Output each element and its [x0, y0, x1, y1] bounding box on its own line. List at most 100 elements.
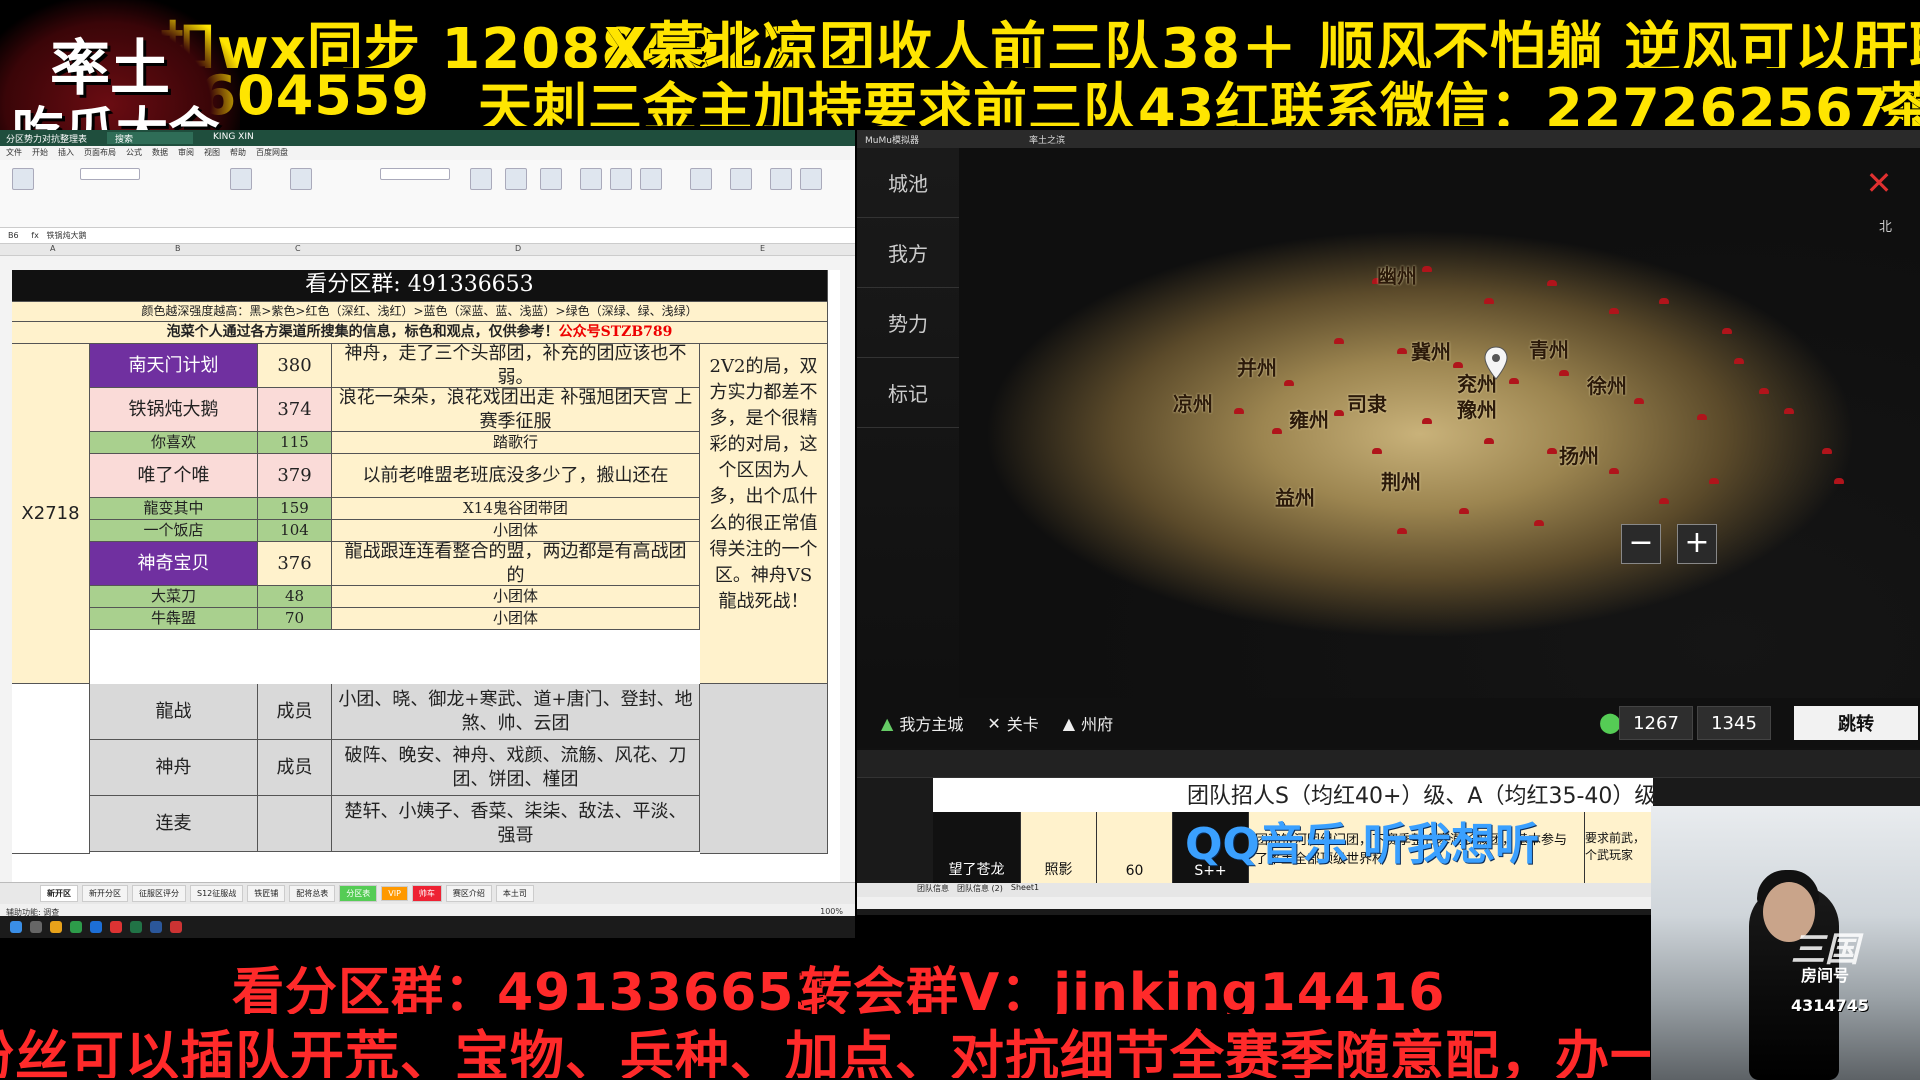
fort-marker-icon[interactable] [1759, 388, 1769, 394]
sheet-tab[interactable]: S12征服战 [190, 885, 244, 902]
inner-tab-1[interactable]: 团队信息 [917, 883, 949, 897]
menu-item[interactable]: 数据 [152, 147, 168, 159]
col-c[interactable]: C [295, 244, 301, 253]
empty-analysis-cell[interactable] [700, 684, 828, 854]
col-b[interactable]: B [175, 244, 181, 253]
formula-value[interactable]: 铁锅炖大鹅 [47, 231, 87, 240]
sheet-tab[interactable]: VIP [381, 886, 408, 901]
alliance-name-cell[interactable]: 神舟 [90, 740, 258, 796]
conditional-format-icon[interactable] [470, 168, 492, 190]
zoom-in-button[interactable]: + [1677, 524, 1717, 564]
fort-marker-icon[interactable] [1709, 478, 1719, 484]
paste-icon[interactable] [12, 168, 34, 190]
wrap-icon[interactable] [290, 168, 312, 190]
team-name-cell[interactable]: 一个饭店 [90, 520, 258, 542]
alliance-name-cell[interactable]: 龍战 [90, 684, 258, 740]
fort-marker-icon[interactable] [1784, 408, 1794, 414]
fort-marker-icon[interactable] [1659, 298, 1669, 304]
team-name-cell[interactable]: 你喜欢 [90, 432, 258, 454]
team-score-cell[interactable]: 379 [258, 454, 332, 498]
word-icon[interactable] [150, 921, 162, 933]
city-jizhou[interactable]: 冀州 [1411, 336, 1451, 365]
fort-marker-icon[interactable] [1421, 266, 1432, 272]
search-icon[interactable] [30, 921, 42, 933]
team-note-cell[interactable]: 浪花一朵朵，浪花戏团出走 补强旭团天宫 上赛季征服 [332, 388, 700, 432]
team-score-cell[interactable]: 159 [258, 498, 332, 520]
fort-marker-icon[interactable] [1696, 414, 1707, 420]
team-score-cell[interactable]: 104 [258, 520, 332, 542]
world-map[interactable]: 幽州 冀州 青州 并州 兖州 徐州 凉州 司隶 豫州 雍州 荆州 扬州 益州 [959, 148, 1920, 698]
sheet-tab[interactable]: 帅车 [411, 885, 442, 902]
city-yizhou[interactable]: 益州 [1275, 482, 1315, 511]
alliance-members-cell[interactable]: 楚轩、小姨子、香菜、柒柒、敌法、平淡、强哥 [332, 796, 700, 852]
city-qingzhou[interactable]: 青州 [1529, 334, 1569, 363]
fort-marker-icon[interactable] [1659, 498, 1669, 504]
format-icon[interactable] [640, 168, 662, 190]
team-name-cell[interactable]: 龍变其中 [90, 498, 258, 520]
fort-marker-icon[interactable] [1484, 438, 1494, 444]
team-score-cell[interactable]: 380 [258, 344, 332, 388]
city-liangzhou[interactable]: 凉州 [1173, 388, 1213, 417]
analysis-cell[interactable]: 2V2的局，双方实力都差不多，是个很精彩的对局，这个区因为人多，出个瓜什么的很正… [700, 344, 828, 684]
sheet-tab[interactable]: 分区表 [339, 885, 378, 902]
inner-sheet[interactable]: 团队招人S（均红40+）级、A（均红35-40）级 望了苍龙 照影 60 S++… [933, 778, 1656, 883]
team-name-cell[interactable]: 南天门计划 [90, 344, 258, 388]
fort-marker-icon[interactable] [1484, 298, 1494, 304]
menu-item[interactable]: 帮助 [230, 147, 246, 159]
find-icon[interactable] [730, 168, 752, 190]
excel-search[interactable]: 搜索 [107, 132, 194, 145]
zoom-level[interactable]: 100% [820, 907, 843, 916]
fort-marker-icon[interactable] [1534, 520, 1544, 526]
alliance-name-cell[interactable]: 连麦 [90, 796, 258, 852]
menu-item[interactable]: 开始 [32, 147, 48, 159]
team-note-cell[interactable]: 小团体 [332, 586, 700, 608]
team-name-cell[interactable]: 牛犇盟 [90, 608, 258, 630]
city-youzhou[interactable]: 幽州 [1377, 260, 1417, 289]
coord-x-input[interactable]: 1267 [1619, 706, 1693, 740]
alliance-members-cell[interactable]: 破阵、晚安、神舟、戏颜、流觞、风花、刀团、饼团、槿团 [332, 740, 700, 796]
menu-item[interactable]: 页面布局 [84, 147, 116, 159]
fort-marker-icon[interactable] [1634, 398, 1644, 404]
sheet-tab[interactable]: 征服区评分 [132, 885, 186, 902]
fort-marker-icon[interactable] [1609, 468, 1619, 474]
fort-marker-icon[interactable] [1271, 428, 1282, 434]
sheet-tab[interactable]: 铁匠铺 [247, 885, 286, 902]
table-format-icon[interactable] [505, 168, 527, 190]
close-map-icon[interactable]: ✕ [1864, 167, 1894, 199]
team-note-cell[interactable]: X14鬼谷团带团 [332, 498, 700, 520]
sidebar-item-forces[interactable]: 势力 [857, 288, 959, 358]
team-name-cell[interactable]: 神奇宝贝 [90, 542, 258, 586]
inner-cell-shadow[interactable]: 照影 [1021, 812, 1097, 883]
align-icon[interactable] [230, 168, 252, 190]
fort-marker-icon[interactable] [1546, 448, 1557, 454]
fort-marker-icon[interactable] [1734, 358, 1744, 364]
alliance-role-cell[interactable]: 成员 [258, 684, 332, 740]
jump-button[interactable]: 跳转 [1794, 706, 1918, 740]
city-bingzhou[interactable]: 并州 [1237, 352, 1277, 381]
color-legend[interactable]: 颜色越深强度越高：黑>紫色>红色（深红、浅红）>蓝色（深蓝、蓝、浅蓝）>绿色（深… [12, 302, 828, 322]
sheet-title[interactable]: 看分区群: 491336653 [12, 270, 828, 302]
record-icon[interactable] [170, 921, 182, 933]
excel-user[interactable]: KING XIN [213, 132, 254, 144]
zoom-out-button[interactable]: − [1621, 524, 1661, 564]
sheet-tab[interactable]: 新开分区 [82, 885, 128, 902]
team-note-cell[interactable]: 神舟，走了三个头部团，补充的团应该也不弱。 [332, 344, 700, 388]
menu-item[interactable]: 视图 [204, 147, 220, 159]
alliance-members-cell[interactable]: 小团、晓、御龙+寒武、道+唐门、登封、地煞、帅、云团 [332, 684, 700, 740]
team-score-cell[interactable]: 48 [258, 586, 332, 608]
inner-tab-2[interactable]: 团队信息 (2) [957, 883, 1003, 897]
team-score-cell[interactable]: 376 [258, 542, 332, 586]
region-cell[interactable]: X2718 [12, 344, 90, 684]
sort-filter-icon[interactable] [690, 168, 712, 190]
city-sili[interactable]: 司隶 [1347, 388, 1387, 417]
fort-marker-icon[interactable] [1396, 348, 1407, 354]
number-format-select[interactable] [380, 168, 450, 180]
mumu-tab[interactable]: 率土之滨 [1029, 133, 1065, 146]
inner-cell-req[interactable]: 要求前武，个武玩家 [1585, 812, 1653, 883]
team-note-cell[interactable]: 小团体 [332, 520, 700, 542]
fort-marker-icon[interactable] [1396, 528, 1407, 534]
sheet-tab[interactable]: 新开区 [40, 885, 78, 902]
sheet-tab[interactable]: 配将总表 [289, 885, 336, 902]
explorer-icon[interactable] [50, 921, 62, 933]
sidebar-item-ours[interactable]: 我方 [857, 218, 959, 288]
